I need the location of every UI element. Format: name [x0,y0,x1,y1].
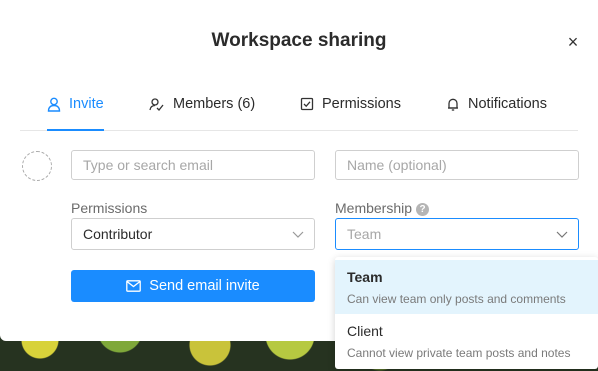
send-email-invite-button[interactable]: Send email invite [71,270,315,302]
membership-select[interactable]: Team [335,218,579,250]
envelope-icon [126,280,142,292]
tab-notifications-label: Notifications [468,96,547,112]
email-search-input[interactable] [71,150,315,180]
membership-option-client[interactable]: Client Cannot view private team posts an… [335,314,598,368]
membership-label: Membership [335,200,413,216]
tab-members[interactable]: Members (6) [149,96,255,130]
option-description: Can view team only posts and comments [347,292,566,306]
bell-icon [448,98,458,111]
chevron-down-icon [292,231,304,238]
permissions-value: Contributor [83,226,153,242]
permissions-label: Permissions [71,200,148,216]
option-description: Cannot view private team posts and notes [347,346,571,360]
tab-permissions-label: Permissions [322,96,401,112]
checkbox-icon [300,97,314,111]
name-input[interactable] [335,150,579,180]
permissions-select[interactable]: Contributor [71,218,315,250]
tab-permissions[interactable]: Permissions [300,96,401,130]
chevron-down-icon [556,231,568,238]
membership-label-wrap: Membership? [335,200,430,216]
tab-invite[interactable]: Invite [47,96,104,131]
send-email-invite-label: Send email invite [149,278,260,294]
close-icon[interactable]: × [564,33,582,51]
option-title: Team [347,269,383,285]
tab-members-label: Members (6) [173,96,256,112]
avatar-placeholder [22,151,52,181]
membership-dropdown: Team Can view team only posts and commen… [335,257,598,369]
person-icon [47,97,61,112]
tab-invite-label: Invite [69,96,104,112]
help-icon[interactable]: ? [416,203,430,216]
dialog-title: Workspace sharing [211,30,387,51]
membership-placeholder: Team [347,226,382,242]
membership-option-team[interactable]: Team Can view team only posts and commen… [335,260,598,314]
tab-bar: Invite Members (6) Permissions Notificat… [20,85,578,131]
members-icon [149,98,164,111]
option-title: Client [347,323,383,339]
tab-notifications[interactable]: Notifications [446,96,547,130]
